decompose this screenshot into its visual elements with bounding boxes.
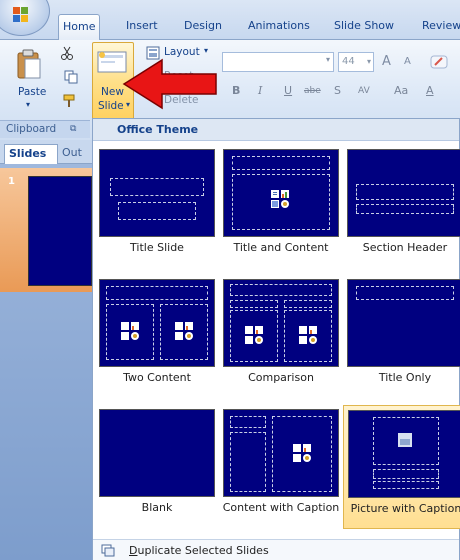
font-dropdown-icon[interactable]: ▾ bbox=[326, 55, 330, 64]
clipboard-group-label: Clipboard ⧉ bbox=[0, 120, 90, 138]
tab-design[interactable]: Design bbox=[180, 14, 226, 40]
layout-blank[interactable]: Blank bbox=[95, 405, 219, 529]
paste-icon[interactable] bbox=[16, 48, 42, 80]
content-placeholder-icon bbox=[175, 322, 193, 340]
layout-content-with-caption[interactable]: Content with Caption bbox=[219, 405, 343, 529]
slide-number: 1 bbox=[8, 176, 15, 187]
tab-review[interactable]: Review bbox=[418, 14, 460, 40]
paste-button[interactable]: Paste bbox=[18, 86, 46, 98]
grow-font-button[interactable]: A bbox=[382, 54, 391, 69]
bold-button[interactable]: B bbox=[232, 84, 240, 104]
new-slide-label: New bbox=[101, 86, 124, 98]
layout-label: Content with Caption bbox=[222, 501, 340, 514]
layout-preview bbox=[99, 409, 215, 497]
tab-outline[interactable]: Out bbox=[62, 144, 82, 164]
duplicate-slides-icon bbox=[101, 544, 115, 557]
change-case-button[interactable]: Aa bbox=[394, 84, 408, 104]
layout-preview bbox=[348, 410, 460, 498]
italic-button[interactable]: I bbox=[258, 84, 262, 104]
shadow-button[interactable]: S bbox=[334, 84, 341, 104]
layout-label: Picture with Caption bbox=[350, 502, 460, 515]
layout-section-header[interactable]: Section Header bbox=[343, 145, 460, 269]
underline-button[interactable]: U bbox=[284, 84, 292, 104]
layout-title-and-content[interactable]: Title and Content bbox=[219, 145, 343, 269]
shrink-font-button[interactable]: A bbox=[404, 56, 411, 67]
layout-label: Two Content bbox=[123, 371, 191, 384]
layout-label: Comparison bbox=[248, 371, 314, 384]
content-placeholder-icon bbox=[271, 190, 289, 208]
font-name-box[interactable]: ▾ bbox=[222, 52, 334, 72]
layout-preview bbox=[223, 279, 339, 367]
layout-title-only[interactable]: Title Only bbox=[343, 275, 460, 399]
dialog-launcher-icon[interactable]: ⧉ bbox=[70, 121, 76, 138]
tab-slide-show[interactable]: Slide Show bbox=[330, 14, 398, 40]
layout-preview bbox=[347, 149, 460, 237]
office-button[interactable] bbox=[0, 0, 50, 36]
tab-slides[interactable]: Slides bbox=[4, 144, 58, 164]
layout-label: Title Slide bbox=[130, 241, 184, 254]
tab-insert[interactable]: Insert bbox=[122, 14, 162, 40]
layout-label: Blank bbox=[141, 501, 173, 514]
layout-preview bbox=[223, 409, 339, 497]
powerpoint-window: Home Insert Design Animations Slide Show… bbox=[0, 0, 460, 560]
layout-comparison[interactable]: Comparison bbox=[219, 275, 343, 399]
clipboard-group-text: Clipboard bbox=[6, 123, 57, 135]
copy-icon[interactable] bbox=[64, 70, 78, 84]
tab-animations[interactable]: Animations bbox=[244, 14, 314, 40]
layout-two-content[interactable]: Two Content bbox=[95, 275, 219, 399]
duplicate-selected-slides-item[interactable]: Duplicate Selected Slides bbox=[93, 539, 459, 560]
font-color-button[interactable]: A bbox=[426, 84, 434, 104]
picture-placeholder-icon bbox=[398, 433, 412, 447]
strikethrough-button[interactable]: abe bbox=[304, 86, 321, 106]
cut-icon[interactable] bbox=[60, 46, 74, 60]
layout-preview bbox=[99, 279, 215, 367]
layout-label: Title and Content bbox=[233, 241, 329, 254]
ribbon-tab-bar: Home Insert Design Animations Slide Show… bbox=[0, 0, 460, 41]
font-size-value: 44 bbox=[342, 56, 355, 67]
layout-preview bbox=[99, 149, 215, 237]
font-size-box[interactable]: 44 ▾ bbox=[338, 52, 374, 72]
content-placeholder-icon bbox=[299, 326, 317, 344]
content-placeholder-icon bbox=[121, 322, 139, 340]
duplicate-selected-slides-label: Duplicate Selected Slides bbox=[129, 544, 269, 557]
character-spacing-button[interactable]: AV bbox=[358, 86, 370, 106]
paste-dropdown-icon[interactable]: ▾ bbox=[26, 100, 30, 109]
slides-outline-tabs: Slides Out bbox=[0, 140, 92, 164]
content-placeholder-icon bbox=[293, 444, 311, 462]
layout-picture-with-caption[interactable]: Picture with Caption bbox=[343, 405, 460, 529]
layout-preview bbox=[347, 279, 460, 367]
format-painter-icon[interactable] bbox=[62, 94, 76, 108]
clear-formatting-icon[interactable] bbox=[430, 54, 448, 70]
gallery-heading: Office Theme bbox=[93, 119, 459, 141]
font-size-dropdown-icon[interactable]: ▾ bbox=[367, 53, 371, 71]
layout-title-slide[interactable]: Title Slide bbox=[95, 145, 219, 269]
layout-label: Section Header bbox=[362, 241, 448, 254]
duplicate-label-text: uplicate Selected Slides bbox=[137, 544, 269, 557]
layout-label: Title Only bbox=[378, 371, 432, 384]
tab-home[interactable]: Home bbox=[58, 14, 101, 41]
red-arrow-annotation bbox=[122, 58, 217, 110]
new-slide-label-2: Slide bbox=[98, 100, 124, 112]
slide-thumbnail[interactable] bbox=[28, 176, 92, 286]
new-slide-layout-gallery: Office Theme Title Slide Title and Conte… bbox=[92, 118, 460, 560]
office-logo-icon bbox=[13, 7, 28, 22]
content-placeholder-icon bbox=[245, 326, 263, 344]
layout-dropdown-icon[interactable]: ▾ bbox=[204, 46, 208, 55]
layout-preview bbox=[223, 149, 339, 237]
